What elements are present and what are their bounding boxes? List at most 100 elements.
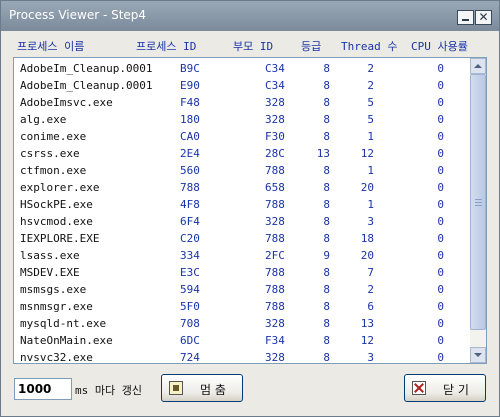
process-id: 788: [180, 181, 200, 194]
thread-count: 13: [360, 317, 374, 330]
column-header: 프로세스 이름 프로세스 ID 부모 ID 등급 Thread 수 CPU 사용…: [1, 32, 499, 56]
process-name: AdobeIm_Cleanup.0001: [20, 62, 153, 75]
cpu-usage: 0: [437, 215, 444, 228]
arrow-up-icon: [474, 64, 482, 68]
table-row[interactable]: explorer.exe 788 658 8 20 0: [14, 179, 470, 196]
process-id: B9C: [180, 62, 200, 75]
priority: 8: [323, 130, 330, 143]
parent-id: 788: [265, 300, 285, 313]
thread-count: 7: [367, 266, 374, 279]
scroll-up-button[interactable]: [470, 58, 486, 74]
stop-button[interactable]: 멈 춤: [161, 374, 243, 402]
thread-count: 6: [367, 300, 374, 313]
process-id: C20: [180, 232, 200, 245]
table-row[interactable]: csrss.exe 2E4 28C 13 12 0: [14, 145, 470, 162]
col-ppid-header[interactable]: 부모 ID: [233, 38, 273, 54]
table-row[interactable]: NateOnMain.exe 6DC F34 8 12 0: [14, 332, 470, 349]
priority: 8: [323, 198, 330, 211]
parent-id: C34: [265, 62, 285, 75]
process-name: explorer.exe: [20, 181, 100, 194]
thread-count: 3: [367, 351, 374, 364]
process-id: 594: [180, 283, 200, 296]
priority: 8: [323, 334, 330, 347]
col-name-header[interactable]: 프로세스 이름: [17, 38, 84, 54]
process-name: lsass.exe: [20, 249, 80, 262]
thread-count: 12: [360, 334, 374, 347]
minimize-icon: [462, 19, 469, 21]
title-bar[interactable]: Process Viewer - Step4 ✕: [1, 1, 499, 31]
table-row[interactable]: ctfmon.exe 560 788 8 1 0: [14, 162, 470, 179]
table-row[interactable]: lsass.exe 334 2FC 9 20 0: [14, 247, 470, 264]
table-row[interactable]: alg.exe 180 328 8 5 0: [14, 111, 470, 128]
cpu-usage: 0: [437, 198, 444, 211]
parent-id: 328: [265, 113, 285, 126]
col-pid-header[interactable]: 프로세스 ID: [136, 38, 196, 54]
priority: 8: [323, 232, 330, 245]
table-row[interactable]: msnmsgr.exe 5F0 788 8 6 0: [14, 298, 470, 315]
process-id: 4F8: [180, 198, 200, 211]
cpu-usage: 0: [437, 96, 444, 109]
parent-id: C34: [265, 79, 285, 92]
cpu-usage: 0: [437, 317, 444, 330]
refresh-interval-input[interactable]: 1000: [14, 378, 72, 400]
window-close-button[interactable]: ✕: [475, 10, 492, 25]
table-row[interactable]: AdobeIm_Cleanup.0001 B9C C34 8 2 0: [14, 60, 470, 77]
cpu-usage: 0: [437, 334, 444, 347]
table-row[interactable]: conime.exe CA0 F30 8 1 0: [14, 128, 470, 145]
process-id: 5F0: [180, 300, 200, 313]
parent-id: 788: [265, 198, 285, 211]
process-id: F48: [180, 96, 200, 109]
thread-count: 1: [367, 164, 374, 177]
close-button[interactable]: 닫 기: [404, 374, 486, 402]
col-cpu-header[interactable]: CPU 사용률: [411, 38, 468, 54]
minimize-button[interactable]: [457, 10, 474, 25]
refresh-interval-label: ms 마다 갱신: [75, 384, 142, 397]
priority: 8: [323, 215, 330, 228]
parent-id: 328: [265, 215, 285, 228]
vertical-scrollbar[interactable]: [470, 58, 486, 363]
table-row[interactable]: nvsvc32.exe 724 328 8 3 0: [14, 349, 470, 364]
col-threads-header[interactable]: Thread 수: [341, 38, 397, 54]
parent-id: F30: [265, 130, 285, 143]
stop-icon: [169, 381, 183, 395]
thread-count: 2: [367, 283, 374, 296]
priority: 8: [323, 283, 330, 296]
cpu-usage: 0: [437, 283, 444, 296]
scroll-down-button[interactable]: [470, 347, 486, 363]
table-row[interactable]: HSockPE.exe 4F8 788 8 1 0: [14, 196, 470, 213]
thread-count: 18: [360, 232, 374, 245]
table-row[interactable]: mysqld-nt.exe 708 328 8 13 0: [14, 315, 470, 332]
priority: 8: [323, 181, 330, 194]
cpu-usage: 0: [437, 249, 444, 262]
process-name: AdobeIm_Cleanup.0001: [20, 79, 153, 92]
process-list[interactable]: AdobeIm_Cleanup.0001 B9C C34 8 2 0 AdobeIm_Cle…: [13, 57, 487, 364]
table-row[interactable]: IEXPLORE.EXE C20 788 8 18 0: [14, 230, 470, 247]
table-row[interactable]: msmsgs.exe 594 788 8 2 0: [14, 281, 470, 298]
table-row[interactable]: hsvcmod.exe 6F4 328 8 3 0: [14, 213, 470, 230]
table-row[interactable]: AdobeImsvc.exe F48 328 8 5 0: [14, 94, 470, 111]
process-id: 560: [180, 164, 200, 177]
col-priority-header[interactable]: 등급: [301, 38, 321, 54]
parent-id: 328: [265, 96, 285, 109]
cpu-usage: 0: [437, 147, 444, 160]
thread-count: 20: [360, 249, 374, 262]
cpu-usage: 0: [437, 113, 444, 126]
priority: 8: [323, 62, 330, 75]
table-row[interactable]: MSDEV.EXE E3C 788 8 7 0: [14, 264, 470, 281]
grip-line: [475, 199, 482, 200]
thread-count: 1: [367, 130, 374, 143]
parent-id: 28C: [265, 147, 285, 160]
stop-button-label: 멈 춤: [200, 383, 226, 397]
close-icon: [412, 381, 426, 395]
process-name: HSockPE.exe: [20, 198, 93, 211]
process-name: alg.exe: [20, 113, 67, 126]
close-button-label: 닫 기: [443, 383, 469, 397]
scroll-thumb[interactable]: [470, 74, 486, 330]
thread-count: 5: [367, 96, 374, 109]
table-row[interactable]: AdobeIm_Cleanup.0001 E90 C34 8 2 0: [14, 77, 470, 94]
grip-line: [475, 202, 482, 203]
priority: 8: [323, 317, 330, 330]
cpu-usage: 0: [437, 351, 444, 364]
priority: 8: [323, 79, 330, 92]
priority: 8: [323, 164, 330, 177]
